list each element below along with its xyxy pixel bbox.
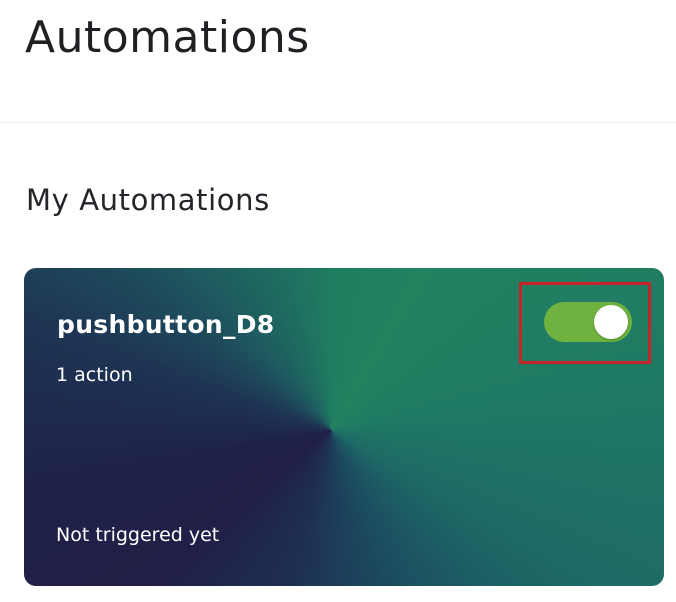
section-title: My Automations <box>26 183 270 217</box>
page-title: Automations <box>25 12 310 63</box>
header-divider <box>0 122 676 123</box>
automation-enable-toggle[interactable] <box>544 302 632 342</box>
automations-page: Automations My Automations pushbutton_D8… <box>0 0 676 602</box>
automation-card[interactable]: pushbutton_D8 1 action Not triggered yet <box>24 268 664 586</box>
automation-trigger-status: Not triggered yet <box>56 524 220 546</box>
toggle-knob[interactable] <box>594 305 628 339</box>
automation-action-count: 1 action <box>56 364 133 386</box>
automation-name: pushbutton_D8 <box>57 310 275 339</box>
